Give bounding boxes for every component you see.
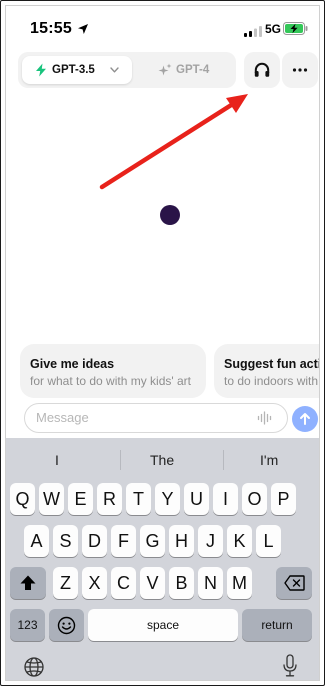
- suggestion-title: Give me ideas: [30, 357, 115, 371]
- key-d[interactable]: D: [82, 525, 107, 557]
- message-field[interactable]: [24, 403, 288, 433]
- prediction-item[interactable]: The: [150, 452, 174, 468]
- key-u[interactable]: U: [184, 483, 209, 515]
- more-options-button[interactable]: [282, 52, 318, 88]
- emoji-key[interactable]: [49, 609, 84, 641]
- model-option-active-label: GPT-3.5: [52, 64, 95, 76]
- prediction-divider: [223, 450, 224, 470]
- key-k[interactable]: K: [227, 525, 252, 557]
- send-button[interactable]: [292, 406, 318, 432]
- suggestion-card[interactable]: Suggest fun activiti to do indoors with …: [214, 344, 320, 398]
- phone-screen: 15:55 5G GPT-3.5 GPT-4 Give me ideas for…: [5, 5, 320, 681]
- key-l[interactable]: L: [256, 525, 281, 557]
- status-bar: 15:55 5G: [6, 6, 319, 46]
- globe-icon[interactable]: [23, 656, 45, 678]
- key-s[interactable]: S: [53, 525, 78, 557]
- key-c[interactable]: C: [111, 567, 136, 599]
- key-a[interactable]: A: [24, 525, 49, 557]
- key-e[interactable]: E: [68, 483, 93, 515]
- model-option-inactive-label: GPT-4: [176, 64, 210, 76]
- status-time: 15:55: [30, 20, 72, 37]
- annotation-arrow: [99, 94, 248, 190]
- model-option-inactive[interactable]: GPT-4: [134, 56, 232, 84]
- battery-charging-icon: [283, 22, 308, 35]
- prediction-divider: [120, 450, 121, 470]
- key-v[interactable]: V: [140, 567, 165, 599]
- arrow-up-icon: [300, 413, 310, 425]
- bolt-icon: [36, 63, 46, 77]
- chevron-down-icon: [110, 67, 119, 73]
- screenshot-frame: 15:55 5G GPT-3.5 GPT-4 Give me ideas for…: [0, 0, 325, 686]
- voice-waveform-icon[interactable]: [257, 411, 273, 425]
- delete-key[interactable]: [276, 567, 312, 599]
- key-b[interactable]: B: [169, 567, 194, 599]
- key-z[interactable]: Z: [53, 567, 78, 599]
- suggestion-card[interactable]: Give me ideas for what to do with my kid…: [20, 344, 206, 398]
- prediction-item[interactable]: I'm: [260, 452, 278, 468]
- key-p[interactable]: P: [271, 483, 296, 515]
- prediction-item[interactable]: I: [55, 452, 59, 468]
- key-g[interactable]: G: [140, 525, 165, 557]
- numbers-key[interactable]: 123: [10, 609, 45, 641]
- suggestion-subtitle: for what to do with my kids' art: [30, 374, 192, 388]
- key-t[interactable]: T: [126, 483, 151, 515]
- emoji-icon: [57, 616, 76, 635]
- key-f[interactable]: F: [111, 525, 136, 557]
- key-h[interactable]: H: [169, 525, 194, 557]
- key-q[interactable]: Q: [10, 483, 35, 515]
- message-input[interactable]: [36, 404, 246, 430]
- signal-bars-icon: [244, 26, 262, 37]
- key-y[interactable]: Y: [155, 483, 180, 515]
- key-w[interactable]: W: [39, 483, 64, 515]
- shift-key[interactable]: [10, 567, 46, 599]
- key-o[interactable]: O: [242, 483, 267, 515]
- key-m[interactable]: M: [227, 567, 252, 599]
- key-n[interactable]: N: [198, 567, 223, 599]
- model-option-active[interactable]: GPT-3.5: [22, 56, 132, 84]
- location-arrow-icon: [78, 24, 88, 34]
- key-j[interactable]: J: [198, 525, 223, 557]
- predictive-bar: I The I'm: [6, 438, 319, 482]
- key-x[interactable]: X: [82, 567, 107, 599]
- keyboard: I The I'm Q W E R T Y U I O P A S D F G …: [6, 438, 319, 680]
- suggestion-subtitle: to do indoors with m: [224, 374, 319, 388]
- headphones-icon: [254, 62, 270, 77]
- return-key[interactable]: return: [242, 609, 312, 641]
- key-i[interactable]: I: [213, 483, 238, 515]
- suggestion-title: Suggest fun activiti: [224, 357, 320, 371]
- shift-arrow-icon: [20, 575, 36, 590]
- voice-mode-button[interactable]: [244, 52, 280, 88]
- microphone-icon[interactable]: [282, 654, 298, 678]
- backspace-icon: [284, 575, 305, 591]
- space-key[interactable]: space: [88, 609, 238, 641]
- more-horizontal-icon: [292, 68, 308, 72]
- key-r[interactable]: R: [97, 483, 122, 515]
- model-switcher: GPT-3.5 GPT-4: [18, 52, 236, 88]
- network-type: 5G: [265, 22, 282, 36]
- sparkles-icon: [158, 63, 172, 76]
- loading-indicator: [160, 205, 180, 225]
